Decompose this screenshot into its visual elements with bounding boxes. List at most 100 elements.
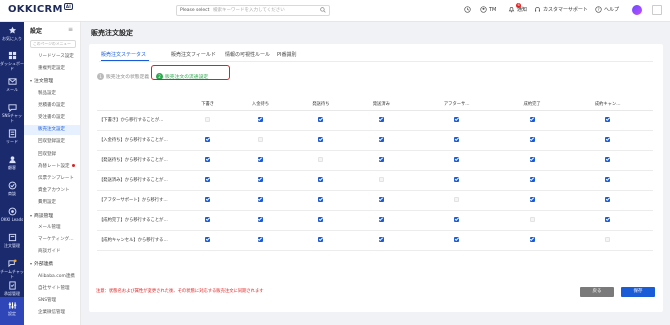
submenu-item[interactable]: 為替レート設定 bbox=[24, 162, 80, 172]
checkbox-checked[interactable] bbox=[205, 177, 211, 182]
search-icon[interactable] bbox=[320, 7, 326, 13]
submenu-item[interactable]: 資金アカウント bbox=[24, 186, 80, 196]
checkbox-checked[interactable] bbox=[258, 157, 264, 162]
submenu-item[interactable]: 企業微信管理 bbox=[24, 308, 80, 318]
submenu-item[interactable]: 費用設定 bbox=[24, 198, 80, 208]
checkbox-checked[interactable] bbox=[258, 177, 264, 182]
nav-item-lead[interactable]: リード bbox=[0, 125, 24, 153]
checkbox-checked[interactable] bbox=[605, 177, 611, 182]
nav-item-order[interactable]: 注文管理 bbox=[0, 229, 24, 257]
submenu-group[interactable]: 外部連携 bbox=[24, 259, 80, 269]
sync-button[interactable] bbox=[464, 6, 471, 13]
submenu-search-input[interactable]: このページのメニュー bbox=[30, 40, 76, 48]
notifications-button[interactable]: 6 通知 bbox=[508, 3, 527, 13]
submenu-item[interactable]: SNS管理 bbox=[24, 296, 80, 306]
checkbox-checked[interactable] bbox=[258, 237, 264, 242]
support-button[interactable]: カスタマーサポート bbox=[534, 6, 588, 13]
checkbox-checked[interactable] bbox=[378, 197, 384, 202]
submenu-item[interactable]: 受注書の設定 bbox=[24, 113, 80, 123]
checkbox-checked[interactable] bbox=[454, 177, 460, 182]
nav-item-mail[interactable]: メール bbox=[0, 73, 24, 101]
checkbox-checked[interactable] bbox=[605, 217, 611, 222]
checkbox-checked[interactable] bbox=[205, 237, 211, 242]
transition-cell bbox=[501, 150, 563, 171]
checkbox-checked[interactable] bbox=[378, 157, 384, 162]
checkbox-checked[interactable] bbox=[529, 117, 535, 122]
avatar[interactable] bbox=[632, 5, 642, 15]
checkbox-checked[interactable] bbox=[378, 117, 384, 122]
checkbox-checked[interactable] bbox=[318, 197, 324, 202]
app-grid-button[interactable] bbox=[652, 5, 662, 15]
checkbox-checked[interactable] bbox=[454, 217, 460, 222]
checkbox-checked[interactable] bbox=[605, 197, 611, 202]
checkbox-checked[interactable] bbox=[318, 177, 324, 182]
checkbox-checked[interactable] bbox=[529, 197, 535, 202]
submenu-item[interactable]: 伝票テンプレート bbox=[24, 174, 80, 184]
checkbox-checked[interactable] bbox=[529, 177, 535, 182]
table-row: 【成約完了】から移行することが… bbox=[97, 210, 653, 231]
search-input[interactable]: 検索キーワードを入力してください bbox=[213, 6, 285, 15]
checkbox-checked[interactable] bbox=[205, 217, 211, 222]
submenu-group[interactable]: 商談管理 bbox=[24, 211, 80, 221]
checkbox-checked[interactable] bbox=[454, 237, 460, 242]
checkbox-checked[interactable] bbox=[454, 157, 460, 162]
checkbox-checked[interactable] bbox=[318, 217, 324, 222]
submenu-item[interactable]: 回収登録 bbox=[24, 150, 80, 160]
checkbox-checked[interactable] bbox=[605, 137, 611, 142]
checkbox-checked[interactable] bbox=[529, 157, 535, 162]
global-search[interactable]: Please select 検索キーワードを入力してください bbox=[176, 5, 330, 16]
back-button[interactable]: 戻る bbox=[580, 287, 614, 297]
checkbox-checked[interactable] bbox=[205, 197, 211, 202]
submenu-item[interactable]: 製品設定 bbox=[24, 89, 80, 99]
submenu-item[interactable]: 自社サイト管理 bbox=[24, 284, 80, 294]
checkbox-checked[interactable] bbox=[318, 237, 324, 242]
help-button[interactable]: ? ヘルプ bbox=[595, 6, 619, 13]
step-1[interactable]: 1 販売注文の状態定義 bbox=[97, 73, 149, 80]
nav-item-star[interactable]: お気に入り bbox=[0, 22, 24, 50]
app-logo[interactable]: OKKICRM AI bbox=[8, 3, 73, 15]
checkbox-checked[interactable] bbox=[378, 217, 384, 222]
checkbox-checked[interactable] bbox=[258, 217, 264, 222]
checkbox-checked[interactable] bbox=[378, 137, 384, 142]
checkbox-checked[interactable] bbox=[529, 137, 535, 142]
submenu-item[interactable]: メール管理 bbox=[24, 223, 80, 233]
checkbox-checked[interactable] bbox=[454, 117, 460, 122]
transition-cell bbox=[501, 230, 563, 251]
submenu-item[interactable]: Alibaba.com連携 bbox=[24, 272, 80, 282]
submenu-item[interactable]: 回収登録設定 bbox=[24, 137, 80, 147]
nav-item-settings[interactable]: 設定 bbox=[0, 297, 24, 325]
user-menu[interactable]: TM bbox=[480, 6, 496, 13]
nav-item-customer[interactable]: 顧客 bbox=[0, 151, 24, 179]
checkbox-checked[interactable] bbox=[205, 137, 211, 142]
submenu-group[interactable]: 注文管理 bbox=[24, 76, 80, 86]
nav-item-dashboard[interactable]: ダッシュボード bbox=[0, 47, 24, 75]
tab-0[interactable]: 販売注文ステータス bbox=[101, 51, 146, 58]
nav-item-leads[interactable]: OKKI Leads bbox=[0, 203, 24, 231]
checkbox-checked[interactable] bbox=[318, 137, 324, 142]
submenu-item[interactable]: 販売注文設定 bbox=[24, 125, 80, 136]
checkbox-checked[interactable] bbox=[454, 137, 460, 142]
search-scope-select[interactable]: Please select bbox=[180, 6, 209, 15]
submenu-item[interactable]: リードソース設定 bbox=[24, 52, 80, 62]
nav-item-chat[interactable]: SNSチャット bbox=[0, 99, 24, 127]
checkbox-checked[interactable] bbox=[605, 157, 611, 162]
submenu-item[interactable]: 重複判定設定 bbox=[24, 64, 80, 74]
checkbox-checked[interactable] bbox=[258, 197, 264, 202]
checkbox-checked[interactable] bbox=[529, 237, 535, 242]
tab-2[interactable]: 情報の可視性ルール bbox=[225, 51, 270, 58]
nav-item-deal[interactable]: 商談 bbox=[0, 177, 24, 205]
save-button[interactable]: 保存 bbox=[621, 287, 655, 297]
tab-3[interactable]: PI番識別 bbox=[277, 51, 297, 58]
checkbox-checked[interactable] bbox=[378, 237, 384, 242]
submenu-item[interactable]: 商談ガイド bbox=[24, 247, 80, 257]
submenu-item[interactable]: 見積書の設定 bbox=[24, 101, 80, 111]
nav-item-label: OKKI Leads bbox=[0, 217, 24, 222]
checkbox-checked[interactable] bbox=[258, 117, 264, 122]
checkbox-checked[interactable] bbox=[205, 157, 211, 162]
submenu-item-label: Alibaba.com連携 bbox=[38, 273, 75, 279]
checkbox-checked[interactable] bbox=[318, 117, 324, 122]
checkbox-checked[interactable] bbox=[605, 117, 611, 122]
submenu-item[interactable]: マーケティング… bbox=[24, 235, 80, 245]
tab-1[interactable]: 販売注文フィールド bbox=[171, 51, 216, 58]
collapse-menu-icon[interactable]: ≡ bbox=[68, 26, 73, 33]
